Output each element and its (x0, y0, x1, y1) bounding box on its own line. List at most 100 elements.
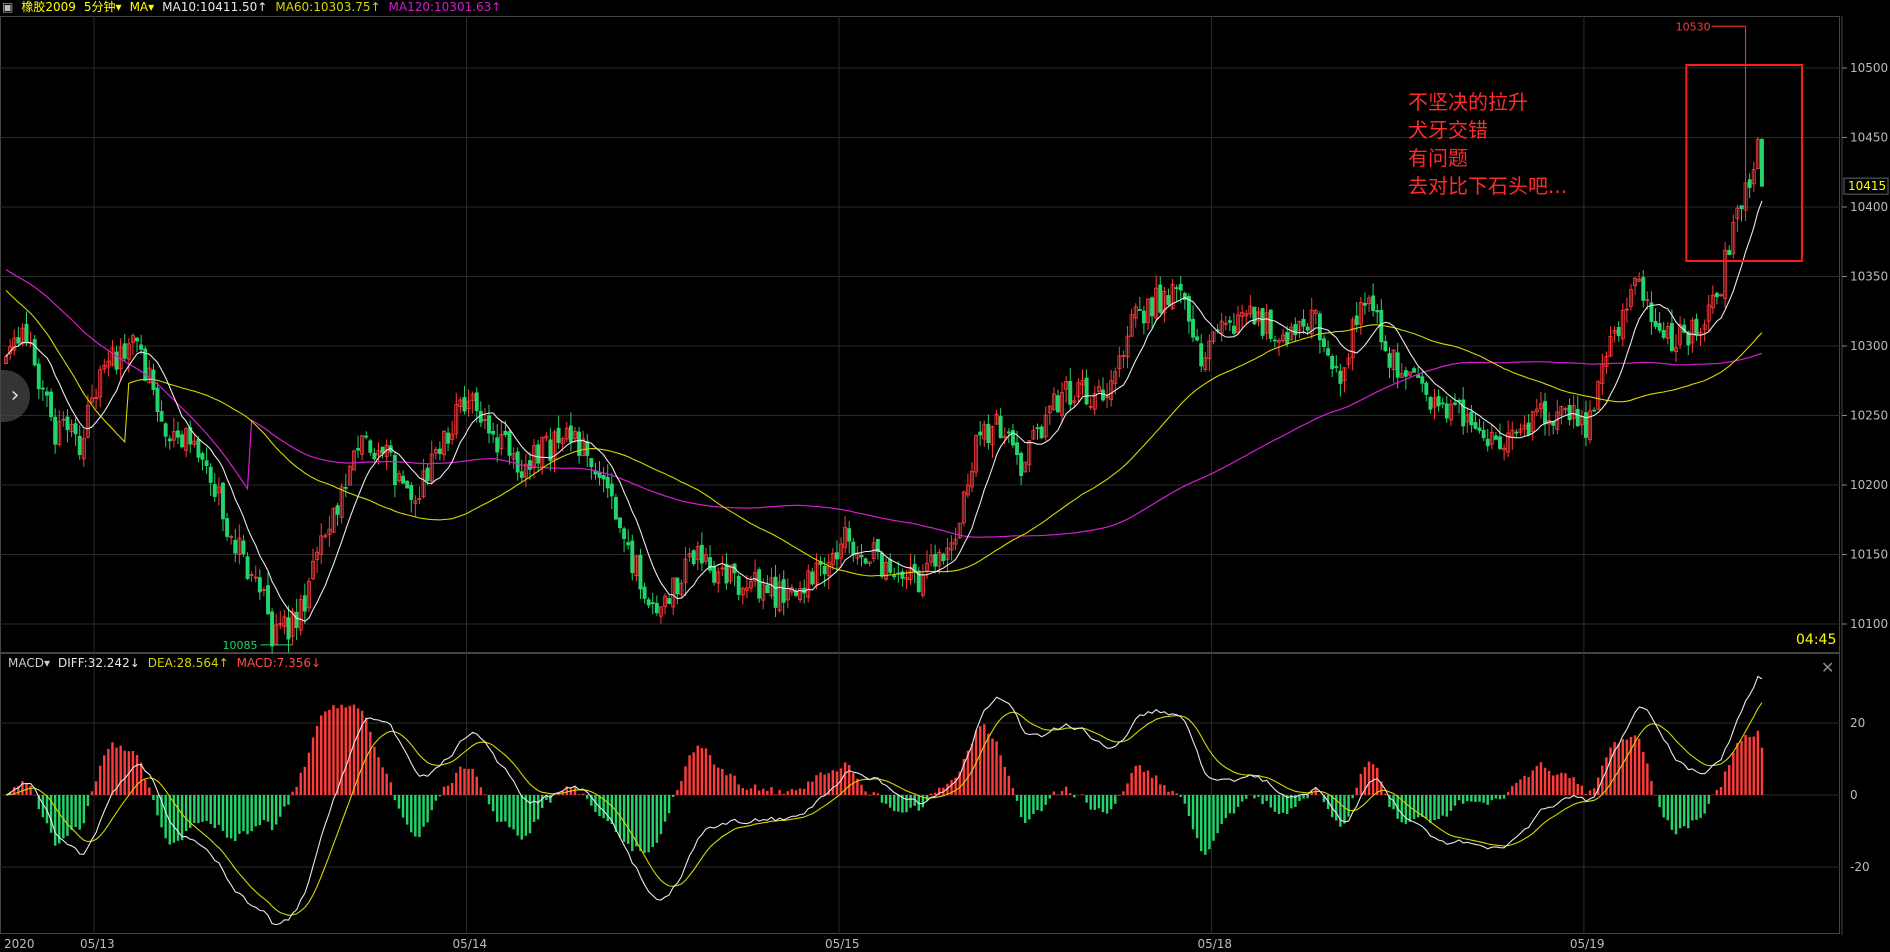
candle-up (323, 532, 328, 539)
candle-up (523, 454, 528, 488)
candle-body (879, 552, 884, 577)
candle-up (1743, 26, 1748, 222)
candle-down (1191, 305, 1195, 343)
candle-body (1326, 348, 1331, 356)
candle-body (613, 497, 618, 520)
candle-body (1444, 403, 1449, 419)
candle-down (241, 535, 246, 558)
candle-up (1612, 326, 1617, 343)
candle-down (73, 417, 78, 446)
high-marker-label: 10530 (1676, 20, 1711, 33)
ma60-readout: MA60:10303.75↑ (275, 0, 381, 14)
candle-up (965, 473, 970, 498)
candle-down (810, 568, 815, 587)
symbol-label[interactable]: 橡胶2009 (21, 0, 76, 15)
candle-body (1039, 426, 1044, 439)
candle-body (49, 391, 54, 418)
candle-up (450, 420, 455, 445)
y-axis-tick-label: 10250 (1850, 409, 1888, 423)
ma10-readout: MA10:10411.50↑ (162, 0, 268, 14)
candle-body (1084, 377, 1089, 405)
candle-body (1015, 442, 1019, 456)
candle-body (200, 453, 205, 460)
candle-body (765, 584, 770, 594)
candle-body (724, 563, 729, 584)
candle-body (1592, 409, 1597, 412)
candle-body (1485, 438, 1490, 447)
candle-body (1055, 395, 1060, 413)
candle-down (536, 440, 541, 472)
candle-down (1301, 309, 1306, 335)
candle-up (634, 554, 639, 582)
candle-body (1317, 313, 1322, 341)
candle-body (642, 586, 647, 599)
dropdown-icon: ▾ (148, 0, 155, 14)
candle-body (1375, 310, 1380, 313)
candle-body (175, 430, 180, 438)
candle-down (1592, 407, 1597, 412)
macd-indicator-selector[interactable]: MACD ▾ (8, 656, 50, 671)
dea-line (5, 702, 1763, 916)
candle-up (720, 555, 725, 577)
candle-up (147, 360, 152, 384)
candle-up (237, 524, 242, 565)
window-layout-icon[interactable]: ▣ (2, 0, 13, 15)
candle-up (1358, 296, 1363, 335)
candle-up (106, 349, 111, 377)
close-icon[interactable]: ✕ (1821, 658, 1834, 677)
candle-body (675, 577, 680, 595)
candle-body (286, 617, 291, 640)
candle-up (1051, 387, 1056, 412)
candle-up (1608, 326, 1613, 358)
candle-down (732, 562, 737, 587)
candle-up (703, 547, 708, 565)
candle-down (1101, 377, 1105, 402)
candle-body (630, 540, 635, 574)
candle-body (1330, 356, 1335, 370)
candle-up (1579, 409, 1584, 435)
candle-up (839, 537, 843, 568)
candle-up (1518, 423, 1523, 436)
indicator-selector[interactable]: MA ▾ (130, 0, 155, 15)
candle-down (863, 557, 868, 565)
indicator-label: MA (129, 0, 149, 14)
candle-up (282, 609, 287, 635)
candle-up (1092, 385, 1097, 415)
period-selector[interactable]: 5分钟 ▾ (84, 0, 122, 15)
candle-down (1493, 432, 1498, 440)
candle-body (618, 517, 622, 529)
candle-up (1043, 406, 1048, 441)
candle-up (1146, 298, 1150, 330)
candle-up (884, 557, 889, 582)
candle-up (663, 593, 667, 615)
candle-body (1739, 205, 1744, 210)
candle-body (1199, 343, 1204, 367)
candle-down (114, 345, 119, 375)
chart-stage: 10100 10150 10200 10250 10300 10350 10400 10450… (0, 0, 1890, 952)
candle-up (1064, 376, 1069, 403)
candle-body (1301, 318, 1306, 327)
candle-body (589, 458, 594, 468)
candle-body (933, 553, 938, 567)
candle-up (429, 440, 434, 485)
candle-up (581, 430, 586, 457)
candle-down (1440, 397, 1445, 409)
candle-up (98, 365, 103, 408)
candle-body (1006, 431, 1011, 434)
candle-body (487, 415, 491, 434)
macd-y-tick-label: -20 (1850, 860, 1870, 874)
candle-down (163, 422, 168, 447)
x-axis-tick-label: 2020 (4, 937, 35, 951)
candle-up (1755, 136, 1760, 170)
candle-down (1575, 395, 1580, 427)
candle-up (1731, 214, 1736, 259)
candle-up (920, 564, 925, 599)
y-axis-tick-label: 10400 (1850, 200, 1888, 214)
candle-body (392, 455, 397, 486)
macd-y-tick-label: 20 (1850, 716, 1865, 730)
candle-up (843, 516, 848, 554)
candle-down (1739, 205, 1744, 222)
candle-down (294, 598, 299, 641)
candle-up (470, 391, 475, 414)
candle-down (1481, 421, 1486, 442)
